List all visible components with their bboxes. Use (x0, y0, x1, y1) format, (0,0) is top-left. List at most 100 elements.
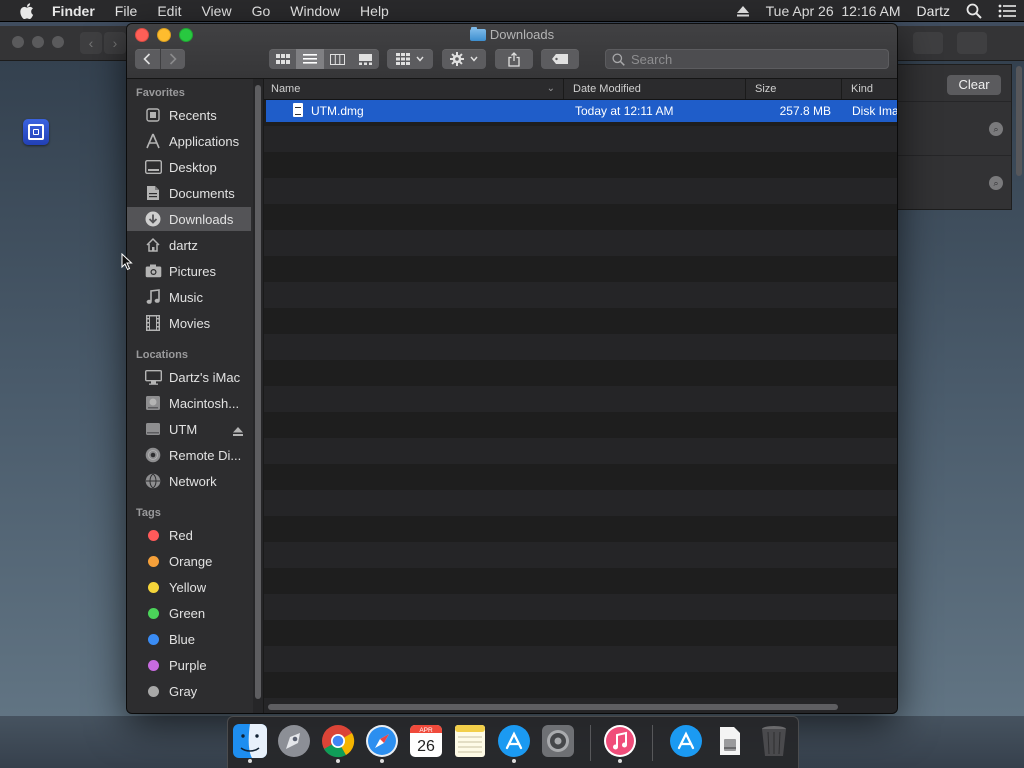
sidebar-tag-red[interactable]: Red (127, 523, 251, 547)
file-name: UTM.dmg (311, 104, 364, 118)
dock-chrome[interactable] (320, 723, 356, 763)
eject-icon[interactable] (736, 5, 750, 17)
list-row-stripe (264, 620, 897, 646)
menubar-user[interactable]: Dartz (917, 3, 950, 19)
tag-dot-icon (144, 682, 162, 700)
apple-menu-icon[interactable] (20, 2, 34, 19)
list-row-stripe (264, 646, 897, 672)
back-button[interactable] (135, 49, 161, 69)
sidebar-scroll-thumb[interactable] (255, 85, 261, 699)
sidebar-item-downloads[interactable]: Downloads (127, 207, 251, 231)
sidebar-item-remote-disc[interactable]: Remote Di... (127, 443, 251, 467)
search-icon (612, 52, 625, 66)
gallery-view-button[interactable] (351, 49, 379, 69)
sidebar-tag-blue[interactable]: Blue (127, 627, 251, 651)
dock-finder[interactable] (232, 723, 268, 763)
share-button[interactable] (495, 49, 533, 69)
dock-applications-folder[interactable] (668, 723, 704, 759)
menu-go[interactable]: Go (242, 0, 281, 22)
sidebar-item-imac[interactable]: Dartz's iMac (127, 365, 251, 389)
sidebar-item-recents[interactable]: Recents (127, 103, 251, 127)
dock-safari[interactable] (364, 723, 400, 763)
tag-icon (552, 54, 568, 64)
menu-window[interactable]: Window (280, 0, 350, 22)
utm-app-icon[interactable] (23, 119, 49, 145)
applications-icon (144, 132, 162, 150)
background-list-item[interactable]: ⌕ (897, 101, 1011, 156)
sidebar-scrollbar[interactable] (253, 79, 264, 713)
file-row-utm-dmg[interactable]: UTM.dmg Today at 12:11 AM 257.8 MB Disk … (266, 100, 897, 122)
sidebar-tag-gray[interactable]: Gray (127, 679, 251, 703)
horizontal-scrollbar[interactable] (268, 704, 838, 710)
sidebar-tag-purple[interactable]: Purple (127, 653, 251, 677)
applications-folder-icon (670, 725, 702, 757)
menu-view[interactable]: View (191, 0, 241, 22)
sidebar-item-pictures[interactable]: Pictures (127, 259, 251, 283)
dock-notes[interactable] (452, 723, 488, 759)
spotlight-search-icon[interactable] (966, 3, 982, 19)
notification-center-icon[interactable] (998, 4, 1016, 18)
background-forward-icon[interactable]: › (104, 32, 126, 54)
sidebar-item-macintosh-hd[interactable]: Macintosh... (127, 391, 251, 415)
sidebar-item-desktop[interactable]: Desktop (127, 155, 251, 179)
magnifier-icon[interactable]: ⌕ (989, 176, 1003, 190)
background-back-icon[interactable]: ‹ (80, 32, 102, 54)
list-row-stripe (264, 516, 897, 542)
sidebar-item-applications[interactable]: Applications (127, 129, 251, 153)
search-input[interactable] (625, 51, 888, 67)
edit-tags-button[interactable] (541, 49, 579, 69)
column-header-size[interactable]: Size (748, 79, 842, 99)
background-share-button[interactable] (913, 32, 943, 54)
dock-calendar[interactable]: APR 26 (408, 723, 444, 759)
dock-itunes[interactable] (602, 723, 638, 763)
sidebar-tag-yellow[interactable]: Yellow (127, 575, 251, 599)
background-close-button[interactable] (12, 36, 24, 48)
nav-button-group (135, 49, 185, 69)
forward-button[interactable] (161, 49, 186, 69)
sidebar-header-tags: Tags (136, 507, 161, 519)
column-view-button[interactable] (324, 49, 351, 69)
sidebar-tag-orange[interactable]: Orange (127, 549, 251, 573)
magnifier-icon[interactable]: ⌕ (989, 122, 1003, 136)
sidebar-tag-green[interactable]: Green (127, 601, 251, 625)
app-menu-finder[interactable]: Finder (48, 0, 105, 22)
tag-dot-icon (144, 578, 162, 596)
menu-extras: Tue Apr 26 12:16 AM Dartz (728, 0, 1024, 22)
group-by-button[interactable] (387, 49, 433, 69)
clear-button[interactable]: Clear (947, 75, 1001, 95)
chevron-down-icon (470, 56, 478, 62)
menu-edit[interactable]: Edit (147, 0, 191, 22)
sidebar-item-movies[interactable]: Movies (127, 311, 251, 335)
background-list-item[interactable]: ⌕ (897, 155, 1011, 210)
list-view-button[interactable] (296, 49, 324, 69)
background-scrollbar[interactable] (1016, 66, 1022, 176)
column-header-date-modified[interactable]: Date Modified (566, 79, 746, 99)
menubar-clock[interactable]: Tue Apr 26 12:16 AM (766, 3, 901, 19)
sidebar-item-label: Blue (169, 631, 196, 647)
column-header-name[interactable]: Name ⌄ (264, 79, 564, 99)
dock-system-preferences[interactable] (540, 723, 576, 759)
sidebar-item-network[interactable]: Network (127, 469, 251, 493)
menu-help[interactable]: Help (350, 0, 399, 22)
eject-icon[interactable] (233, 424, 243, 439)
column-header-kind[interactable]: Kind (844, 79, 897, 99)
dock-downloads-stack[interactable] (712, 723, 748, 759)
search-field[interactable] (605, 49, 889, 69)
background-minimize-button[interactable] (32, 36, 44, 48)
icon-view-button[interactable] (269, 49, 296, 69)
sidebar-item-utm[interactable]: UTM (127, 417, 251, 441)
running-indicator (380, 759, 384, 763)
background-window-button[interactable] (957, 32, 987, 54)
list-row-stripe (264, 490, 897, 516)
dock-app-store[interactable] (496, 723, 532, 763)
action-button[interactable] (442, 49, 486, 69)
sidebar-item-label: Applications (169, 133, 240, 149)
sidebar-item-music[interactable]: Music (127, 285, 251, 309)
menu-file[interactable]: File (105, 0, 148, 22)
background-zoom-button[interactable] (52, 36, 64, 48)
dock-trash[interactable] (756, 723, 792, 759)
sidebar-item-documents[interactable]: Documents (127, 181, 251, 205)
sidebar-item-home[interactable]: dartz (127, 233, 251, 257)
dock-launchpad[interactable] (276, 723, 312, 759)
list-row-stripe (264, 230, 897, 256)
